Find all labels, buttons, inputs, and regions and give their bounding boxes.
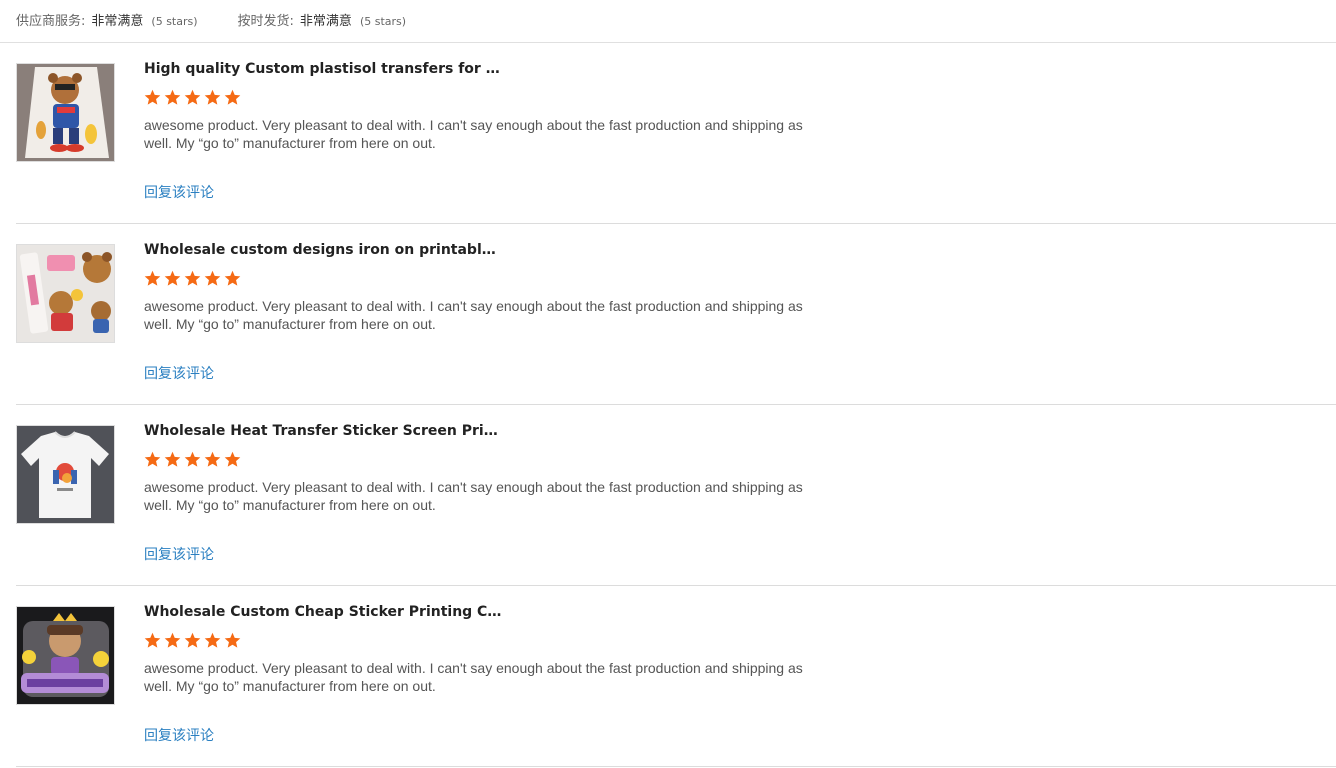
supplier-service-stars: (5 stars)	[151, 15, 198, 28]
bear-stickers-image	[17, 245, 114, 342]
reply-link[interactable]: 回复该评论	[144, 725, 214, 745]
review-comment: awesome product. Very pleasant to deal w…	[144, 298, 803, 332]
star-icon	[164, 451, 181, 468]
star-icon	[204, 270, 221, 287]
star-icon	[224, 632, 241, 649]
reply-link[interactable]: 回复该评论	[144, 544, 214, 564]
star-icon	[184, 270, 201, 287]
star-icon	[224, 270, 241, 287]
star-icon	[224, 89, 241, 106]
star-icon	[184, 451, 201, 468]
star-icon	[184, 89, 201, 106]
supplier-service-rating: 供应商服务: 非常满意 (5 stars)	[16, 10, 198, 29]
star-icon	[144, 270, 161, 287]
star-rating	[144, 632, 244, 649]
product-thumbnail[interactable]	[16, 425, 115, 524]
product-title[interactable]: Wholesale Heat Transfer Sticker Screen P…	[144, 423, 504, 439]
bear-transfer-image	[17, 64, 114, 161]
product-thumbnail[interactable]	[16, 244, 115, 343]
star-icon	[144, 89, 161, 106]
star-rating	[144, 89, 244, 106]
star-icon	[144, 451, 161, 468]
on-time-stars: (5 stars)	[359, 15, 407, 28]
star-icon	[224, 451, 241, 468]
review-item: Wholesale custom designs iron on printab…	[16, 224, 1336, 405]
star-rating	[144, 451, 244, 468]
on-time-label: 按时发货:	[237, 14, 294, 29]
star-icon	[164, 89, 181, 106]
supplier-service-label: 供应商服务:	[16, 14, 86, 29]
review-item: Wholesale Custom Cheap Sticker Printing …	[16, 586, 1336, 767]
product-thumbnail[interactable]	[16, 606, 115, 705]
tshirt-image	[17, 426, 114, 523]
star-icon	[144, 632, 161, 649]
star-icon	[204, 451, 221, 468]
product-thumbnail[interactable]	[16, 63, 115, 162]
review-comment: awesome product. Very pleasant to deal w…	[144, 117, 803, 151]
star-rating	[144, 270, 244, 287]
on-time-value: 非常满意	[299, 14, 352, 29]
reply-link[interactable]: 回复该评论	[144, 182, 214, 202]
product-title[interactable]: Wholesale custom designs iron on printab…	[144, 242, 504, 258]
reply-link[interactable]: 回复该评论	[144, 363, 214, 383]
product-title[interactable]: Wholesale Custom Cheap Sticker Printing …	[144, 604, 504, 620]
supplier-service-value: 非常满意	[91, 14, 144, 29]
rating-summary: 供应商服务: 非常满意 (5 stars) 按时发货: 非常满意 (5 star…	[16, 10, 407, 29]
still-i-rise-sticker-image	[17, 607, 114, 704]
on-time-delivery-rating: 按时发货: 非常满意 (5 stars)	[238, 10, 407, 29]
review-comment: awesome product. Very pleasant to deal w…	[144, 660, 803, 694]
review-comment: awesome product. Very pleasant to deal w…	[144, 479, 803, 513]
star-icon	[164, 270, 181, 287]
star-icon	[204, 89, 221, 106]
review-item: Wholesale Heat Transfer Sticker Screen P…	[16, 405, 1336, 586]
star-icon	[164, 632, 181, 649]
star-icon	[184, 632, 201, 649]
review-item: High quality Custom plastisol transfers …	[16, 43, 1336, 224]
star-icon	[204, 632, 221, 649]
product-title[interactable]: High quality Custom plastisol transfers …	[144, 61, 504, 77]
